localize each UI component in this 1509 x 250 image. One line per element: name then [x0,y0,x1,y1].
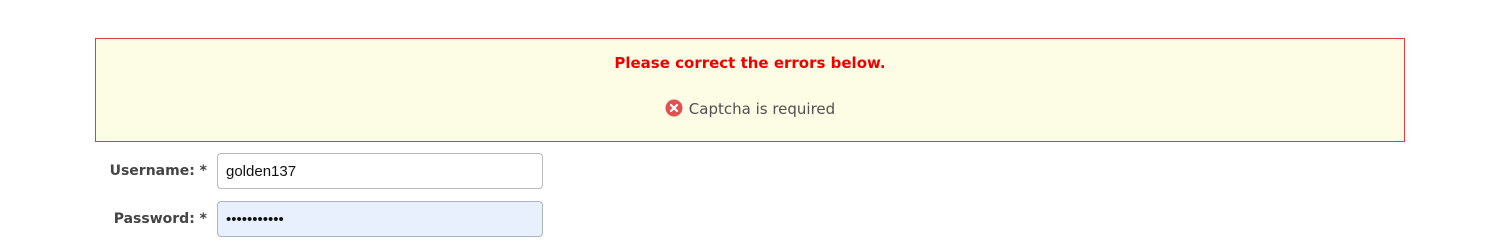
login-form-page: Please correct the errors below. Captcha… [0,0,1509,250]
error-summary-title: Please correct the errors below. [614,54,886,72]
username-label-wrap: Username: * [0,153,207,189]
password-input[interactable] [217,201,543,237]
password-row: Password: * [0,201,600,237]
error-item-captcha: Captcha is required [96,99,1404,119]
error-item-text: Captcha is required [688,100,836,118]
username-row: Username: * [0,153,600,189]
error-circle-icon [665,99,683,117]
username-label: Username: * [109,163,207,179]
error-summary-box: Please correct the errors below. Captcha… [95,38,1405,142]
password-label: Password: * [113,211,207,227]
username-input[interactable] [217,153,543,189]
password-label-wrap: Password: * [0,201,207,237]
